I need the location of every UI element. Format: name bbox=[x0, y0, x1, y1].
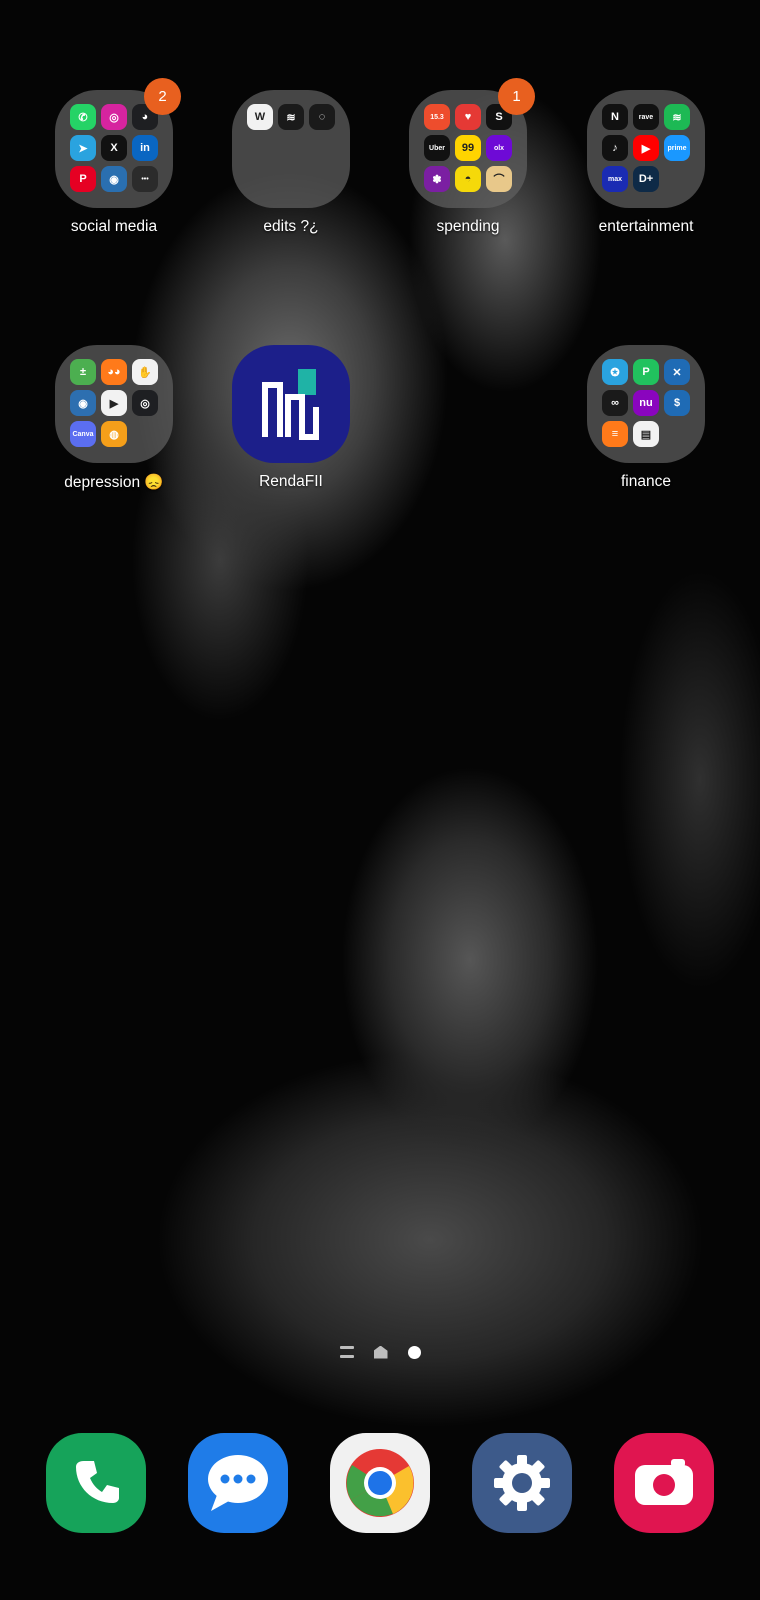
tiktok-icon: ♪ bbox=[602, 135, 628, 161]
app-rendafii[interactable]: RendaFII bbox=[216, 345, 366, 491]
notification-badge: 1 bbox=[498, 78, 535, 115]
prime-video-icon: prime bbox=[664, 135, 690, 161]
play-icon: ▶ bbox=[101, 390, 127, 416]
snake-icon: ◍ bbox=[101, 421, 127, 447]
dock bbox=[0, 1433, 760, 1533]
folder-spending[interactable]: 15.3 ♥ S Uber 99 olx ✽ ◓ ⌒ 1 spending bbox=[393, 78, 543, 236]
wave-icon: ≡ bbox=[602, 421, 628, 447]
c6-icon: ∞ bbox=[602, 390, 628, 416]
capcut-icon: ≋ bbox=[278, 104, 304, 130]
folder-social-media[interactable]: ✆ ◎ ◕ ➤ Xin P ◉ ••• 2 social media bbox=[39, 78, 189, 236]
burger-icon: ◓ bbox=[455, 166, 481, 192]
hand-icon: ✋ bbox=[132, 359, 158, 385]
folder-social-media-box[interactable]: ✆ ◎ ◕ ➤ Xin P ◉ ••• 2 bbox=[55, 78, 181, 208]
messages-app-icon[interactable] bbox=[188, 1433, 288, 1533]
alight-icon: ◌ bbox=[309, 104, 335, 130]
robot-icon: ◎ bbox=[132, 390, 158, 416]
mercado-pago-icon: ✪ bbox=[602, 359, 628, 385]
99-icon: 99 bbox=[455, 135, 481, 161]
folder-depression-box[interactable]: ± ◕◕ ✋ ◉ ▶ ◎ Canva ◍ bbox=[55, 345, 173, 463]
folder-label: spending bbox=[436, 218, 500, 235]
folder-edits-box[interactable]: W ≋ ◌ bbox=[232, 90, 350, 208]
x-icon: X bbox=[101, 135, 127, 161]
shopee-icon: 15.3 bbox=[424, 104, 450, 130]
whatsapp-icon: ✆ bbox=[70, 104, 96, 130]
dots-app-icon: ••• bbox=[132, 166, 158, 192]
folder-label: social media bbox=[70, 218, 158, 235]
settings-app-icon[interactable] bbox=[472, 1433, 572, 1533]
uber-icon: Uber bbox=[424, 135, 450, 161]
spotify-icon: ≋ bbox=[664, 104, 690, 130]
wallet-icon: ▤ bbox=[633, 421, 659, 447]
vpn-cat-icon: ◉ bbox=[70, 390, 96, 416]
notification-badge: 2 bbox=[144, 78, 181, 115]
amazon-icon: ⌒ bbox=[486, 166, 512, 192]
shopping-bag-icon: ♥ bbox=[455, 104, 481, 130]
pinterest-icon: P bbox=[70, 166, 96, 192]
rave-icon: rave bbox=[633, 104, 659, 130]
folder-entertainment[interactable]: Nrave ≋ ♪ ▶ prime max D+ entertainment bbox=[571, 90, 721, 236]
calculator-icon: ± bbox=[70, 359, 96, 385]
disney-plus-icon: D+ bbox=[633, 166, 659, 192]
caixa-icon: $ bbox=[664, 390, 690, 416]
netflix-icon: N bbox=[602, 104, 628, 130]
app-label: RendaFII bbox=[259, 473, 323, 490]
x-bank-icon: ✕ bbox=[664, 359, 690, 385]
folder-label: depression 😞 bbox=[64, 474, 164, 491]
ifood-icon: ✽ bbox=[424, 166, 450, 192]
camera-app-icon[interactable] bbox=[614, 1433, 714, 1533]
linkedin-icon: in bbox=[132, 135, 158, 161]
bot-icon: ◉ bbox=[101, 166, 127, 192]
current-page-dot bbox=[407, 1345, 421, 1359]
canva-icon: Canva bbox=[70, 421, 96, 447]
folder-finance-box[interactable]: ✪ P ✕ ∞ nu $ ≡ ▤ bbox=[587, 345, 705, 463]
picpay-icon: P bbox=[633, 359, 659, 385]
youtube-icon: ▶ bbox=[633, 135, 659, 161]
folder-label: entertainment bbox=[598, 218, 694, 235]
telegram-icon: ➤ bbox=[70, 135, 96, 161]
nubank-icon: nu bbox=[633, 390, 659, 416]
owl-icon: ◕◕ bbox=[101, 359, 127, 385]
instagram-icon: ◎ bbox=[101, 104, 127, 130]
folder-label: edits ?¿ bbox=[263, 218, 319, 235]
word-icon: W bbox=[247, 104, 273, 130]
folder-label: finance bbox=[621, 473, 671, 490]
folder-spending-box[interactable]: 15.3 ♥ S Uber 99 olx ✽ ◓ ⌒ 1 bbox=[409, 78, 535, 208]
olx-icon: olx bbox=[486, 135, 512, 161]
home-page-indicator-icon[interactable] bbox=[373, 1345, 388, 1359]
folder-depression[interactable]: ± ◕◕ ✋ ◉ ▶ ◎ Canva ◍ depression 😞 bbox=[39, 345, 189, 492]
folder-entertainment-box[interactable]: Nrave ≋ ♪ ▶ prime max D+ bbox=[587, 90, 705, 208]
folder-edits[interactable]: W ≋ ◌ edits ?¿ bbox=[216, 90, 366, 236]
phone-app-icon[interactable] bbox=[46, 1433, 146, 1533]
page-indicator[interactable] bbox=[0, 1343, 760, 1361]
rendafii-icon[interactable] bbox=[232, 345, 350, 463]
max-icon: max bbox=[602, 166, 628, 192]
apps-page-indicator-icon[interactable] bbox=[339, 1346, 354, 1358]
folder-finance[interactable]: ✪ P ✕ ∞ nu $ ≡ ▤ finance bbox=[571, 345, 721, 491]
chrome-app-icon[interactable] bbox=[330, 1433, 430, 1533]
